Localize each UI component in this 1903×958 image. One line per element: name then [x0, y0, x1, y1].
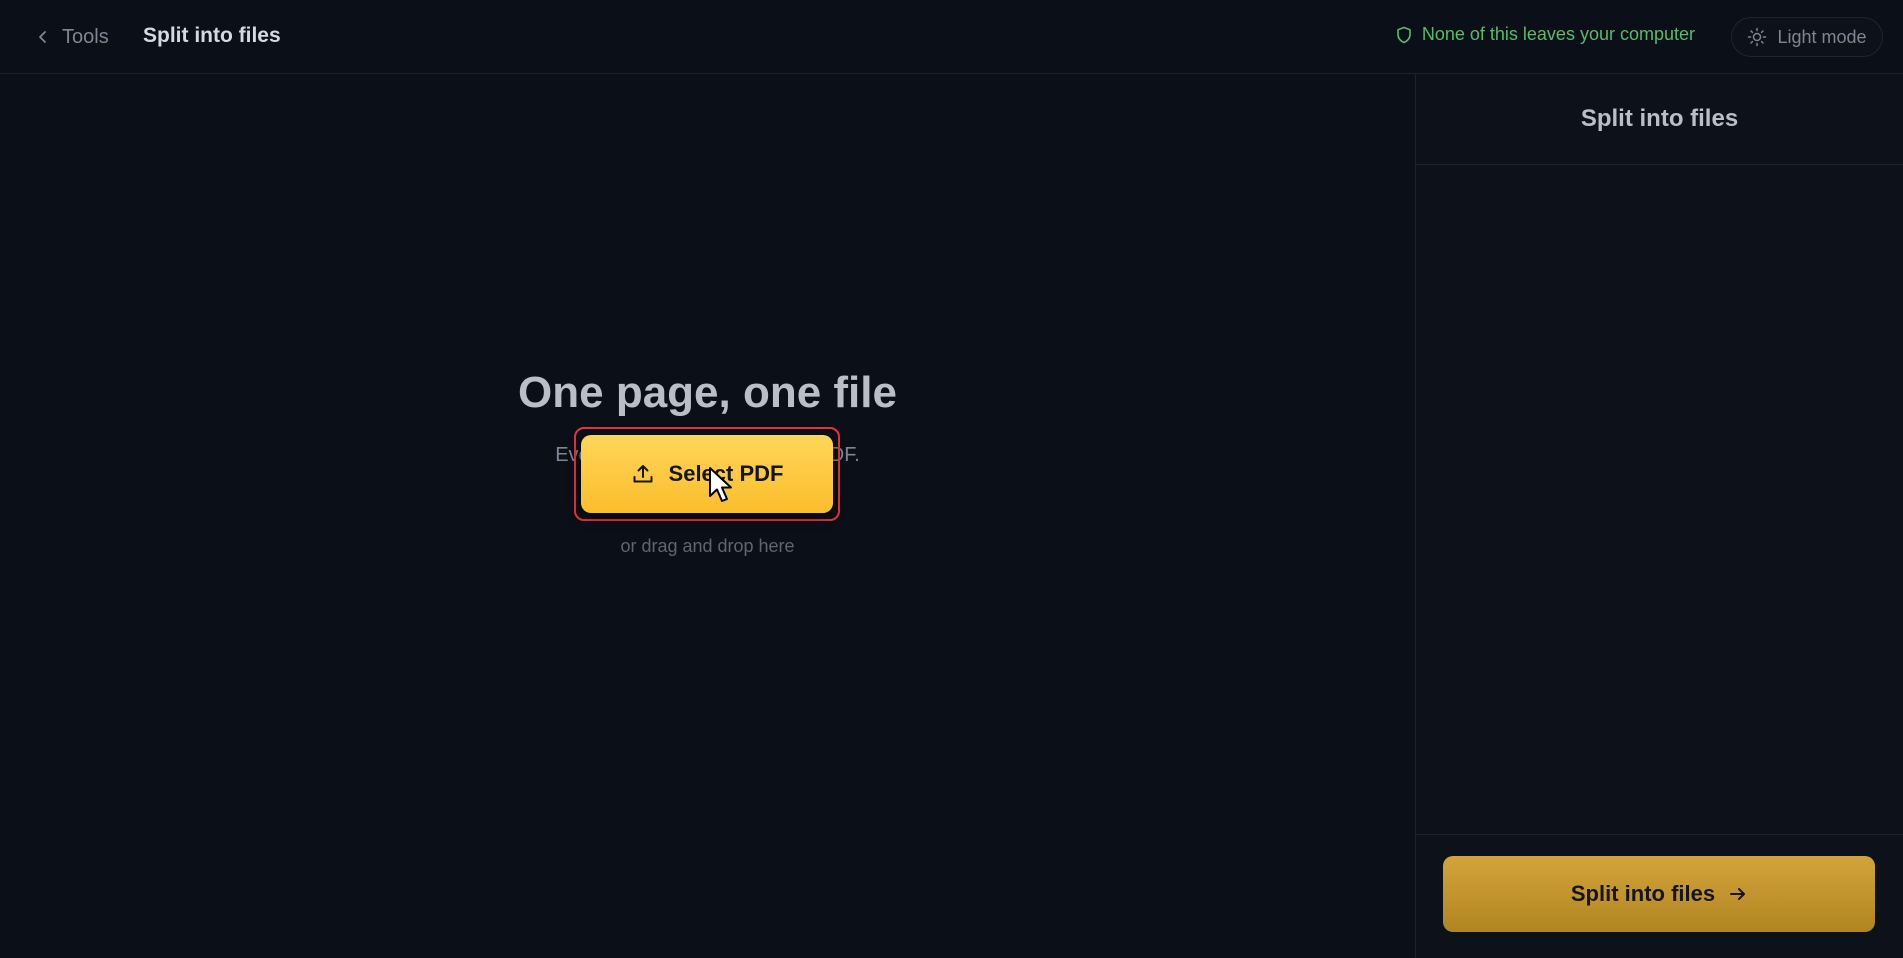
back-to-tools-link[interactable]: Tools: [36, 22, 109, 52]
theme-label: Light mode: [1777, 26, 1867, 47]
chevron-left-icon: [39, 31, 46, 43]
split-into-files-button[interactable]: Split into files: [1443, 856, 1875, 932]
privacy-text: None of this leaves your computer: [1421, 24, 1695, 44]
drag-drop-hint: or drag and drop here: [620, 536, 795, 556]
hero-title: One page, one file: [518, 368, 897, 417]
top-bar: Tools Split into files None of this leav…: [0, 0, 1903, 74]
options-sidebar: Split into files Split into files: [1415, 74, 1903, 958]
privacy-notice: None of this leaves your computer: [1396, 24, 1695, 45]
sidebar-footer: Split into files: [1416, 834, 1903, 958]
split-button-label: Split into files: [1570, 881, 1716, 906]
arrow-right-icon: [1730, 888, 1746, 900]
sidebar-title: Split into files: [1416, 74, 1903, 165]
upload-icon: [633, 465, 653, 483]
shield-icon: [1397, 26, 1411, 43]
back-label: Tools: [62, 25, 109, 48]
page-title: Split into files: [143, 24, 281, 47]
select-pdf-button[interactable]: Select PDF: [581, 435, 833, 513]
sun-icon: [1748, 27, 1767, 47]
app-window: Tools Split into files None of this leav…: [0, 0, 1903, 958]
mouse-cursor-icon: [709, 467, 732, 502]
light-mode-toggle[interactable]: Light mode: [1731, 17, 1883, 57]
